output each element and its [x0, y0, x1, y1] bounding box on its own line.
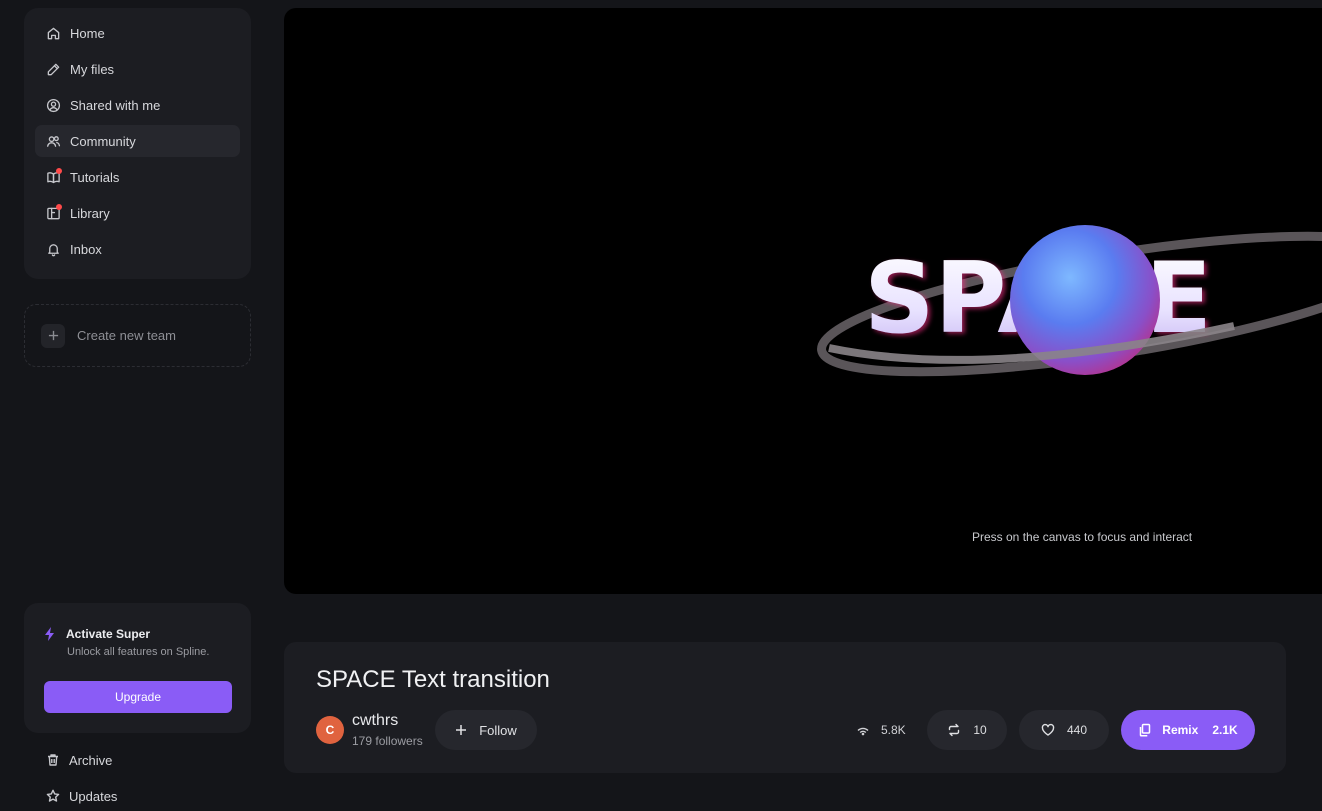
views-value: 5.8K — [881, 723, 906, 737]
create-team-button[interactable]: Create new team — [24, 304, 251, 367]
sidebar-nav: Home My files Shared with me Community T… — [24, 8, 251, 279]
scene-canvas[interactable]: SPACE SPACE Press on the canvas to focus… — [284, 8, 1322, 594]
likes-value: 440 — [1066, 723, 1088, 737]
sidebar-item-label: Library — [70, 205, 110, 221]
remix-label: Remix — [1162, 723, 1199, 737]
sidebar-item-community[interactable]: Community — [35, 125, 240, 157]
avatar[interactable]: C — [316, 716, 344, 744]
sidebar-item-label: Shared with me — [70, 97, 161, 113]
space-scene: SPACE SPACE — [817, 225, 1322, 377]
views-icon — [857, 727, 869, 736]
canvas-hint: Press on the canvas to focus and interac… — [972, 530, 1193, 544]
trash-icon — [48, 754, 58, 766]
remixes-value: 10 — [973, 723, 987, 737]
sidebar-item-library[interactable]: Library — [35, 197, 240, 229]
pencil-icon — [45, 61, 61, 77]
notification-dot — [56, 168, 62, 174]
remix-count: 2.1K — [1212, 723, 1238, 737]
sidebar-item-label: Updates — [69, 788, 118, 804]
upgrade-promo: Activate Super Unlock all features on Sp… — [24, 603, 251, 733]
lightning-icon — [45, 627, 54, 641]
sidebar-item-inbox[interactable]: Inbox — [35, 233, 240, 265]
library-icon — [45, 204, 62, 221]
views-count: 5.8K — [856, 710, 906, 750]
sidebar-item-label: Inbox — [70, 241, 102, 257]
promo-subtitle: Unlock all features on Spline. — [67, 646, 210, 658]
repeat-icon — [949, 723, 960, 737]
user-circle-icon — [45, 97, 61, 113]
project-title: SPACE Text transition — [316, 666, 550, 693]
remix-button[interactable]: Remix 2.1K — [1121, 710, 1255, 750]
upgrade-button[interactable]: Upgrade — [44, 681, 232, 713]
plus-icon — [456, 725, 467, 735]
heart-icon — [1041, 723, 1055, 736]
sidebar-item-label: Community — [70, 133, 136, 149]
sidebar-item-updates[interactable]: Updates — [36, 781, 117, 811]
star-icon — [46, 789, 60, 802]
plus-icon — [41, 323, 65, 348]
sidebar-item-label: Tutorials — [70, 169, 120, 185]
book-icon — [45, 168, 62, 185]
project-info-panel: SPACE Text transition C cwthrs 179 follo… — [284, 642, 1286, 773]
sidebar-item-label: My files — [70, 61, 115, 77]
like-button[interactable]: 440 — [1019, 710, 1109, 750]
sidebar-item-my-files[interactable]: My files — [35, 53, 240, 85]
promo-title: Activate Super — [66, 627, 151, 641]
sidebar: Home My files Shared with me Community T… — [0, 0, 270, 804]
sidebar-item-label: Home — [70, 25, 105, 41]
users-icon — [45, 133, 61, 149]
notification-dot — [56, 204, 62, 210]
author-name[interactable]: cwthrs — [352, 712, 398, 730]
follow-label: Follow — [479, 722, 517, 738]
sidebar-item-shared-with-me[interactable]: Shared with me — [35, 89, 240, 121]
author-followers: 179 followers — [352, 734, 423, 748]
sidebar-item-home[interactable]: Home — [35, 17, 240, 49]
sidebar-item-archive[interactable]: Archive — [36, 745, 112, 775]
create-team-label: Create new team — [77, 328, 176, 343]
follow-button[interactable]: Follow — [435, 710, 537, 750]
home-icon — [45, 25, 61, 41]
remixes-button[interactable]: 10 — [927, 710, 1007, 750]
sidebar-item-label: Archive — [69, 752, 113, 768]
sidebar-item-tutorials[interactable]: Tutorials — [35, 161, 240, 193]
bell-icon — [45, 241, 61, 257]
copy-icon — [1140, 723, 1151, 737]
